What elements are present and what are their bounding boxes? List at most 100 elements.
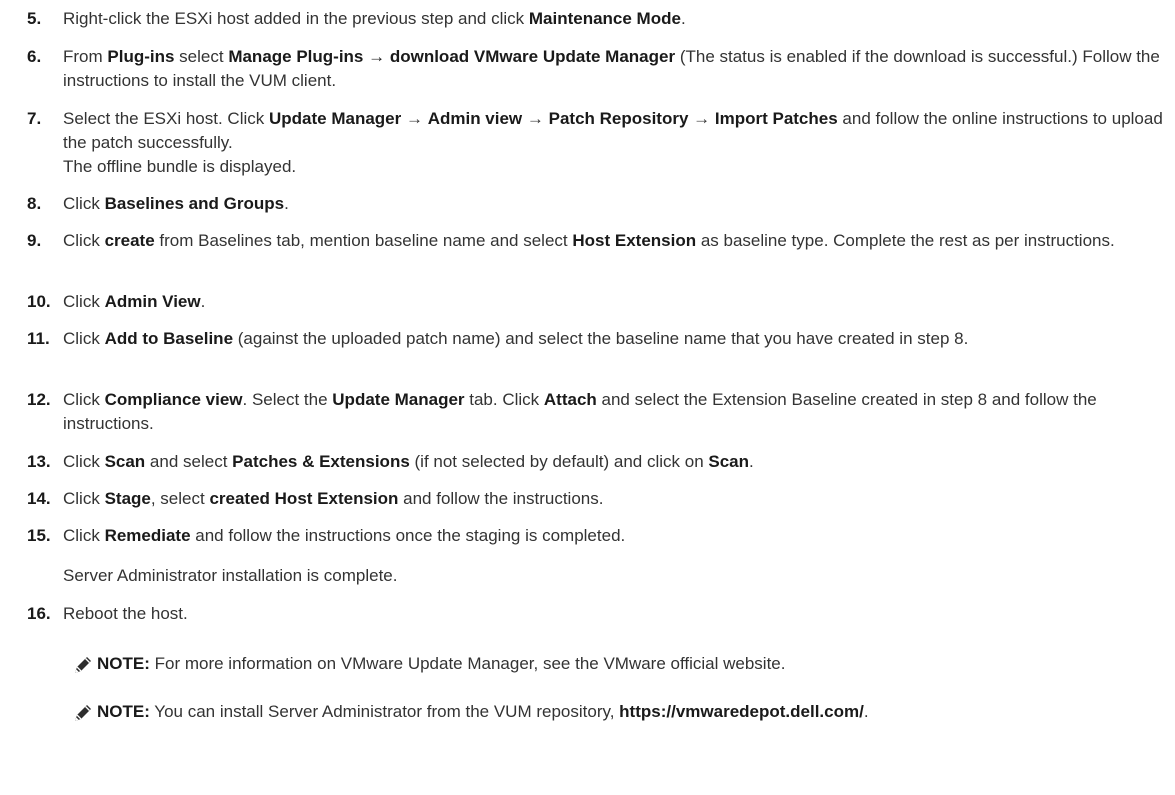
emphasis-text: Baselines and Groups xyxy=(104,194,285,213)
emphasis-text: Maintenance Mode xyxy=(528,9,681,28)
step-item: 5. Right-click the ESXi host added in the… xyxy=(27,7,1173,31)
body-text: Click xyxy=(63,292,105,311)
body-text: from Baselines tab, mention baseline nam… xyxy=(154,231,573,250)
emphasis-text: created Host Extension xyxy=(209,489,399,508)
step-number: 13. xyxy=(27,452,51,471)
body-text: You can install Server Administrator fro… xyxy=(149,702,620,721)
step-number: 10. xyxy=(27,292,51,311)
body-text: and follow the instructions once the sta… xyxy=(190,526,626,545)
step-item: 9. Click create from Baselines tab, menti… xyxy=(27,229,1173,253)
pencil-note-icon xyxy=(72,702,94,724)
step-number: 16. xyxy=(27,604,51,623)
step-text: Click Remediate and follow the instructi… xyxy=(63,524,1173,548)
step-item: 16. Reboot the host. xyxy=(27,602,1173,626)
step-item: 6. From Plug-ins select Manage Plug-ins →… xyxy=(27,45,1173,93)
step-item: 10. Click Admin View. xyxy=(27,290,1173,314)
body-text: . xyxy=(749,452,754,471)
body-text: Click xyxy=(63,452,105,471)
body-text: Right-click the ESXi host added in the p… xyxy=(63,9,529,28)
step-item: 12. Click Compliance view. Select the Upd… xyxy=(27,388,1173,436)
step-number: 7. xyxy=(27,109,42,128)
emphasis-text: Stage xyxy=(104,489,151,508)
emphasis-text: Scan xyxy=(104,452,146,471)
body-text: Click xyxy=(63,231,105,250)
step-number: 5. xyxy=(27,9,42,28)
step-number: 8. xyxy=(27,194,42,213)
body-text: as baseline type. Complete the rest as p… xyxy=(696,231,1115,250)
step-text: Click create from Baselines tab, mention… xyxy=(63,229,1173,253)
body-text: select xyxy=(174,47,229,66)
step-number: 11. xyxy=(27,329,50,348)
body-text: . xyxy=(863,702,869,721)
emphasis-text: Manage Plug-ins → download VMware Update… xyxy=(228,47,676,66)
step-text: From Plug-ins select Manage Plug-ins → d… xyxy=(63,45,1173,93)
emphasis-text: Admin view xyxy=(427,109,523,128)
step-text: Reboot the host. xyxy=(63,602,1173,626)
step-number: 12. xyxy=(27,390,51,409)
emphasis-text: Scan xyxy=(708,452,750,471)
body-text: (if not selected by default) and click o… xyxy=(409,452,709,471)
step-item: 11. Click Add to Baseline (against the up… xyxy=(27,327,1173,351)
note-callout: NOTE: You can install Server Administrat… xyxy=(0,700,1175,724)
body-text: Select the ESXi host. Click xyxy=(63,109,269,128)
emphasis-text: create xyxy=(104,231,155,250)
body-text: → xyxy=(688,109,715,128)
step-text: Click Add to Baseline (against the uploa… xyxy=(63,327,1173,351)
emphasis-text: Remediate xyxy=(104,526,191,545)
document-page: 5. Right-click the ESXi host added in the… xyxy=(0,0,1175,795)
emphasis-text: Admin View xyxy=(104,292,201,311)
body-text: . Select the xyxy=(242,390,333,409)
step-text: Click Scan and select Patches & Extensio… xyxy=(63,450,1173,474)
body-text: Click xyxy=(63,390,105,409)
note-text: NOTE: For more information on VMware Upd… xyxy=(97,652,1175,676)
step-item: 7. Select the ESXi host. Click Update Man… xyxy=(27,107,1173,155)
emphasis-text: Compliance view xyxy=(104,390,243,409)
emphasis-text: Attach xyxy=(543,390,597,409)
step-number: 9. xyxy=(27,231,42,250)
step-result: Server Administrator installation is com… xyxy=(63,566,398,585)
step-result: The offline bundle is displayed. xyxy=(63,157,297,176)
emphasis-text: Host Extension xyxy=(572,231,697,250)
step-number: 6. xyxy=(27,47,42,66)
step-number: 14. xyxy=(27,489,51,508)
body-text: . xyxy=(680,9,686,28)
emphasis-text: Update Manager xyxy=(332,390,465,409)
body-text: From xyxy=(63,47,108,66)
body-text: Click xyxy=(63,526,105,545)
body-text: tab. Click xyxy=(464,390,544,409)
step-item: 14. Click Stage, select created Host Exte… xyxy=(27,487,1173,511)
body-text: Click xyxy=(63,194,105,213)
body-text: For more information on VMware Update Ma… xyxy=(149,654,786,673)
step-text: Click Stage, select created Host Extensi… xyxy=(63,487,1173,511)
step-text: Select the ESXi host. Click Update Manag… xyxy=(63,107,1173,155)
repository-url-link[interactable]: https://​vmwaredepot.dell.com/ xyxy=(619,702,864,721)
step-item: 8. Click Baselines and Groups. xyxy=(27,192,1173,216)
emphasis-text: Import Patches xyxy=(714,109,838,128)
emphasis-text: Patches & Extensions xyxy=(232,452,410,471)
body-text: → xyxy=(522,109,549,128)
step-item: 15. Click Remediate and follow the instru… xyxy=(27,524,1173,548)
step-text: Click Admin View. xyxy=(63,290,1173,314)
step-text: Click Compliance view. Select the Update… xyxy=(63,388,1173,436)
body-text: and follow the instructions. xyxy=(398,489,604,508)
step-text: Click Baselines and Groups. xyxy=(63,192,1173,216)
note-callout: NOTE: For more information on VMware Upd… xyxy=(0,652,1175,676)
emphasis-text: NOTE: xyxy=(97,654,150,673)
pencil-note-icon xyxy=(72,654,94,676)
emphasis-text: Update Manager xyxy=(268,109,402,128)
body-text: . xyxy=(200,292,206,311)
emphasis-text: Add to Baseline xyxy=(104,329,234,348)
body-text: . xyxy=(284,194,289,213)
body-text: Reboot the host. xyxy=(63,604,188,623)
body-text: and select xyxy=(145,452,233,471)
emphasis-text: NOTE: xyxy=(97,702,150,721)
emphasis-text: Plug-ins xyxy=(107,47,175,66)
note-text: NOTE: You can install Server Administrat… xyxy=(97,700,1175,724)
step-number: 15. xyxy=(27,526,51,545)
body-text: Click xyxy=(63,489,105,508)
step-text: Right-click the ESXi host added in the p… xyxy=(63,7,1173,31)
body-text: → xyxy=(401,109,428,128)
body-text: , select xyxy=(150,489,210,508)
step-item: 13. Click Scan and select Patches & Exten… xyxy=(27,450,1173,474)
body-text: (against the uploaded patch name) and se… xyxy=(233,329,969,348)
